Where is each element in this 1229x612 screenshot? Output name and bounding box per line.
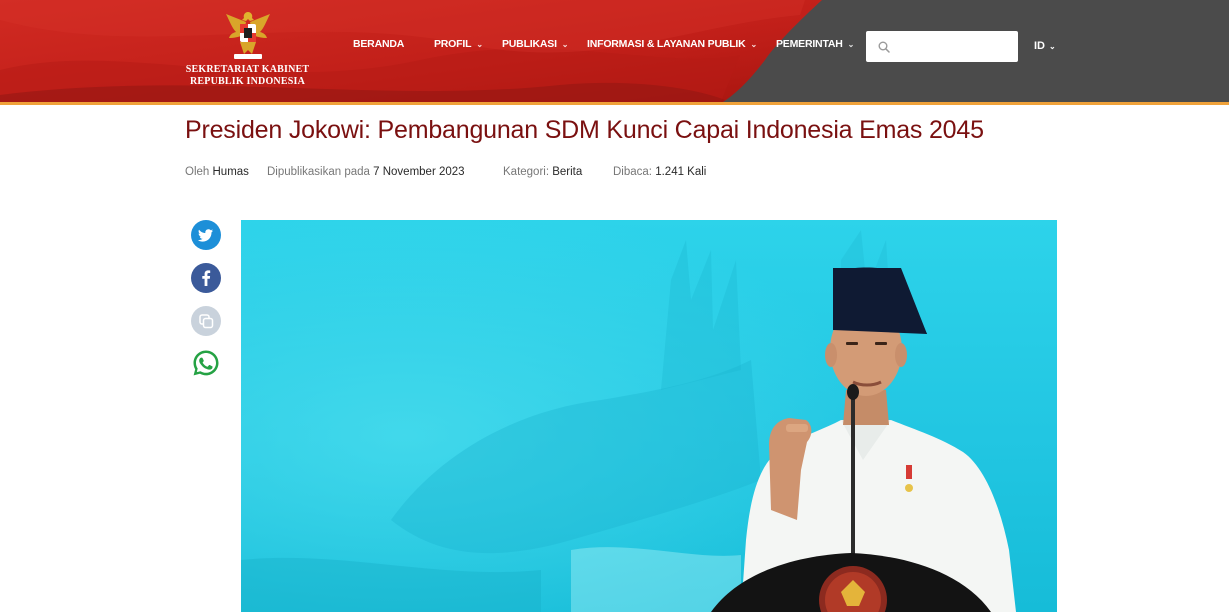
nav-item-profil[interactable]: PROFIL ⌄ — [434, 38, 483, 50]
meta-published-value: 7 November 2023 — [373, 166, 465, 178]
meta-published: Dipublikasikan pada 7 November 2023 — [267, 166, 465, 178]
nav-label: BERANDA — [353, 38, 405, 50]
chevron-down-icon: ⌄ — [847, 40, 855, 49]
chevron-down-icon: ⌄ — [561, 40, 569, 49]
meta-category-value[interactable]: Berita — [552, 166, 582, 178]
site-logo[interactable]: SEKRETARIAT KABINET REPUBLIK INDONESIA — [180, 8, 315, 93]
meta-author: Oleh Humas — [185, 166, 249, 178]
meta-category-label: Kategori: — [503, 166, 550, 178]
search-box[interactable] — [866, 31, 1018, 62]
logo-line-2: REPUBLIK INDONESIA — [189, 76, 305, 87]
nav-label: PUBLIKASI — [502, 38, 557, 50]
nav-label: PROFIL — [434, 38, 472, 50]
meta-author-label: Oleh — [185, 166, 210, 178]
share-twitter-button[interactable] — [191, 220, 221, 250]
share-whatsapp-button[interactable] — [191, 348, 221, 378]
whatsapp-icon — [193, 350, 219, 376]
language-selector[interactable]: ID ⌄ — [1034, 40, 1056, 52]
copy-icon — [191, 306, 221, 336]
share-copy-link-button[interactable] — [191, 306, 221, 336]
chevron-down-icon: ⌄ — [476, 40, 483, 49]
meta-category: Kategori: Berita — [503, 166, 582, 178]
language-label: ID — [1034, 40, 1045, 52]
chevron-down-icon: ⌄ — [750, 40, 758, 49]
nav-item-publikasi[interactable]: PUBLIKASI ⌄ — [502, 38, 568, 50]
president-speaking-illustration — [241, 220, 1057, 612]
site-header: SEKRETARIAT KABINET REPUBLIK INDONESIA B… — [0, 0, 1229, 104]
share-facebook-button[interactable] — [191, 263, 221, 293]
nav-item-informasi-layanan-publik[interactable]: INFORMASI & LAYANAN PUBLIK ⌄ — [587, 38, 757, 50]
meta-author-value[interactable]: Humas — [213, 166, 249, 178]
chevron-down-icon: ⌄ — [1049, 42, 1056, 51]
article-title: Presiden Jokowi: Pembangunan SDM Kunci C… — [185, 116, 984, 144]
meta-views: Dibaca: 1.241 Kali — [613, 166, 706, 178]
article-photo — [241, 220, 1057, 612]
nav-label: PEMERINTAH — [776, 38, 843, 50]
meta-views-value: 1.241 Kali — [655, 166, 707, 178]
nav-item-pemerintah[interactable]: PEMERINTAH ⌄ — [776, 38, 854, 50]
nav-item-beranda[interactable]: BERANDA — [353, 38, 404, 50]
logo-line-1: SEKRETARIAT KABINET — [185, 64, 310, 75]
facebook-icon — [191, 263, 221, 293]
search-input[interactable] — [896, 37, 1015, 57]
garuda-icon — [225, 12, 270, 59]
meta-published-label: Dipublikasikan pada — [267, 166, 370, 178]
twitter-icon — [191, 220, 221, 250]
nav-label: INFORMASI & LAYANAN PUBLIK — [587, 38, 746, 50]
header-accent-line — [0, 102, 1229, 105]
logo-text: SEKRETARIAT KABINET REPUBLIK INDONESIA — [180, 64, 315, 88]
meta-views-label: Dibaca: — [613, 166, 652, 178]
search-icon[interactable] — [878, 41, 890, 53]
